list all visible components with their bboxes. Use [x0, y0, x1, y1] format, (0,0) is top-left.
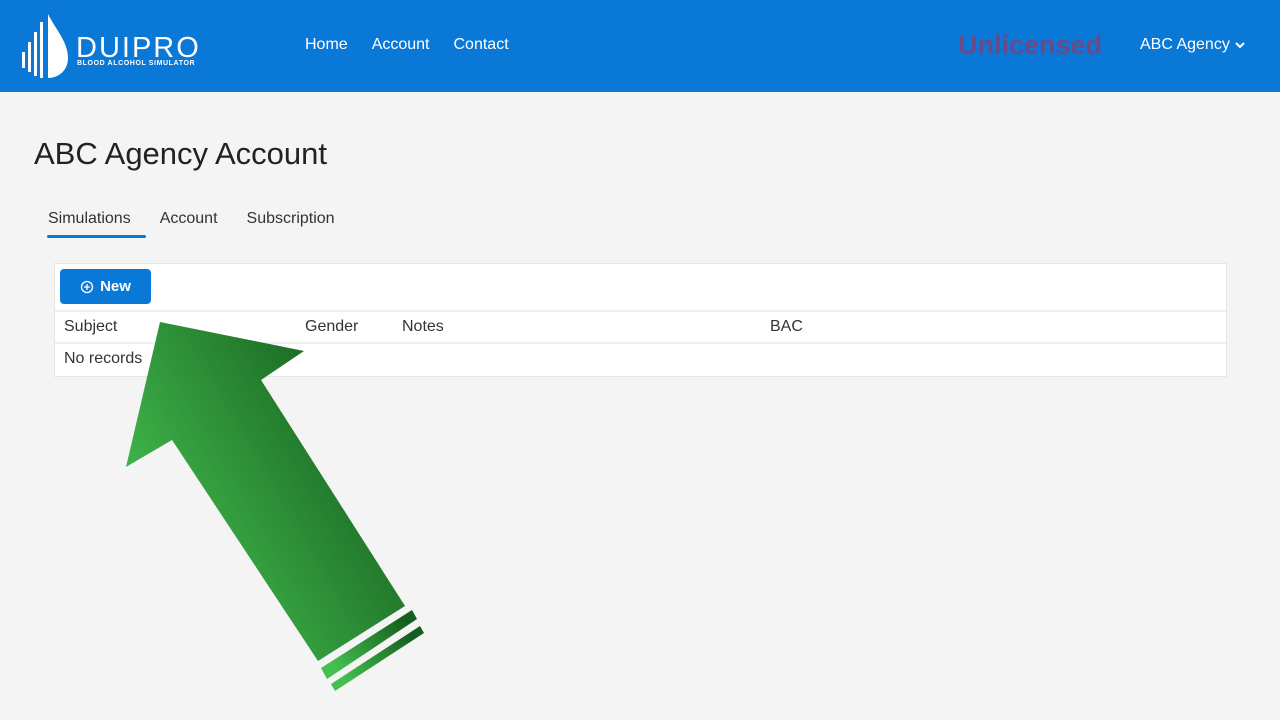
tab-bar: Simulations Account Subscription: [36, 208, 352, 238]
tab-account[interactable]: Account: [148, 208, 230, 238]
arrow-stripe-2: [331, 626, 424, 691]
droplet-logo-icon: [22, 14, 68, 78]
tab-simulations[interactable]: Simulations: [36, 208, 146, 238]
user-menu[interactable]: ABC Agency: [1140, 36, 1245, 54]
page-title: ABC Agency Account: [34, 136, 327, 171]
plus-circle-icon: [80, 280, 94, 293]
column-gender[interactable]: Gender: [305, 318, 358, 336]
column-bac[interactable]: BAC: [770, 318, 803, 336]
simulations-table: New Subject Gender Notes BAC No records: [54, 263, 1227, 377]
arrow-stripe-1: [321, 610, 417, 679]
column-subject[interactable]: Subject: [64, 318, 117, 336]
navbar: DUIPRO BLOOD ALCOHOL SIMULATOR Home Acco…: [0, 0, 1280, 92]
empty-message: No records: [64, 350, 143, 367]
table-header: Subject Gender Notes BAC: [55, 310, 1226, 344]
logo[interactable]: DUIPRO BLOOD ALCOHOL SIMULATOR: [18, 12, 228, 82]
nav-home[interactable]: Home: [305, 36, 348, 54]
column-notes[interactable]: Notes: [402, 318, 444, 336]
license-status: Unlicensed: [958, 30, 1103, 60]
new-button[interactable]: New: [60, 269, 151, 304]
nav-contact[interactable]: Contact: [454, 36, 509, 54]
new-button-label: New: [100, 278, 131, 295]
tab-subscription[interactable]: Subscription: [235, 208, 347, 238]
chevron-down-icon: [1235, 42, 1245, 49]
user-menu-label: ABC Agency: [1140, 36, 1230, 53]
logo-subtitle: BLOOD ALCOHOL SIMULATOR: [77, 60, 196, 67]
nav-account[interactable]: Account: [372, 36, 430, 54]
nav-links: Home Account Contact: [305, 36, 533, 54]
